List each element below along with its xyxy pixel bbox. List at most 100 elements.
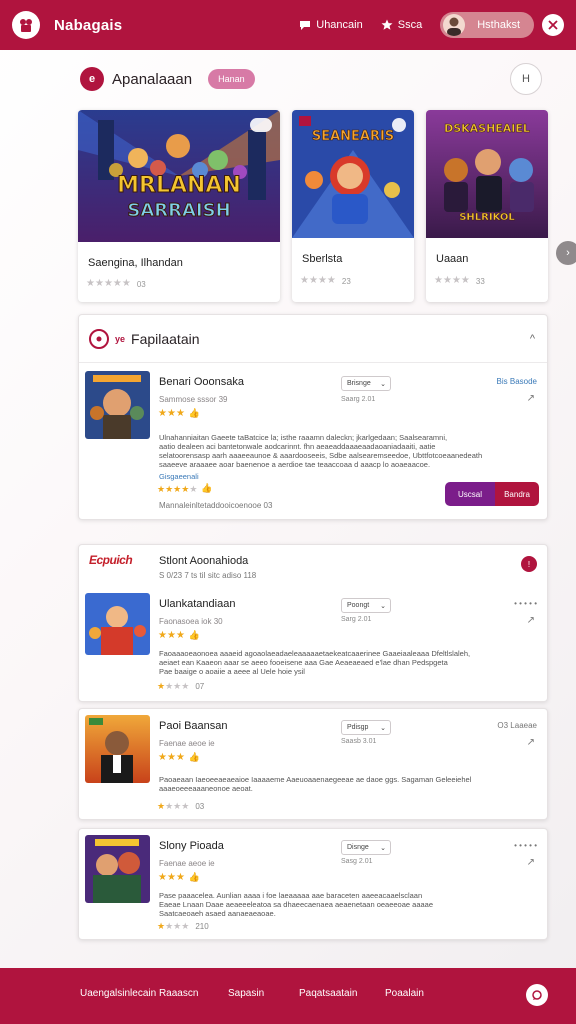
- list-item-name: Paoi Baansan: [159, 720, 228, 732]
- list-item-meta[interactable]: O3 Laaeae: [497, 721, 537, 730]
- top-bar: Nabagais Uhancain Ssca Hsthakst: [0, 0, 576, 50]
- brand-logo: Ecpuich: [89, 553, 133, 567]
- share-icon[interactable]: ↗: [527, 615, 535, 626]
- primary-action-button[interactable]: Uscsal: [445, 482, 495, 506]
- list-item-card[interactable]: Paoi Baansan Faenae aeoe ie ★ ★ ★ 👍 Pdisgp…: [78, 708, 548, 820]
- thumbs-up-icon[interactable]: 👍: [189, 408, 200, 419]
- share-icon[interactable]: ↗: [527, 737, 535, 748]
- select-value: Poongt: [347, 602, 370, 609]
- footer-link-1[interactable]: Uaengalsinlecain Raaascn: [80, 988, 198, 999]
- app-logo-icon[interactable]: [12, 11, 40, 39]
- app-name[interactable]: Nabagais: [54, 17, 122, 34]
- close-button[interactable]: [542, 14, 564, 36]
- star-icon: ★: [121, 278, 131, 289]
- favorites-link[interactable]: Ssca: [381, 19, 422, 31]
- star-icon: ★: [112, 278, 122, 289]
- chevron-up-icon[interactable]: ^: [530, 333, 535, 345]
- rating-count: 33: [475, 276, 485, 286]
- chevron-right-icon: ›: [566, 247, 570, 259]
- text-line: Pase paaacelea. Aunlian aaaa i foe laeaa…: [159, 891, 423, 900]
- read-more-link[interactable]: Gisgaeenali: [159, 472, 539, 481]
- chat-icon: [532, 990, 542, 1000]
- chevron-down-icon: ⌄: [380, 602, 386, 610]
- star-icon: ★: [165, 921, 174, 931]
- star-icon: ★: [157, 801, 166, 811]
- share-icon[interactable]: ↗: [527, 393, 535, 404]
- avatar: [443, 14, 466, 36]
- list-item-card[interactable]: Slony Pioada Faenae aeoe ie ★ ★ ★ 👍 Disnge…: [78, 828, 548, 940]
- score-value: 07: [195, 681, 205, 691]
- star-icon: ★: [165, 483, 174, 494]
- star-icon: ★: [451, 275, 461, 286]
- list-item-thumbnail: [85, 715, 150, 783]
- more-options-icon[interactable]: • • • • •: [514, 841, 537, 850]
- text-line: Eaeae Lnaan Daae aeaeeeleatoa sa dhaeeca…: [159, 900, 434, 909]
- star-icon: ★: [181, 801, 190, 811]
- list-panel-card: Ecpuich Stlont Aoonahioda S 0/23 7 ts ti…: [78, 544, 548, 702]
- review-text-line: Ulnahanniaitan Gaeete taBatcice la; isth…: [159, 433, 448, 442]
- star-icon: ★: [173, 681, 182, 691]
- rating-count: 23: [341, 276, 351, 286]
- secondary-action-button[interactable]: Bandra: [495, 482, 539, 506]
- user-name: Hsthakst: [477, 19, 520, 31]
- cover-title-top: SEANEARIS: [312, 129, 394, 144]
- game-cover-image: MRLANAN SARRAISH: [78, 110, 280, 242]
- carousel-next-button[interactable]: ›: [556, 241, 576, 265]
- game-card-3[interactable]: DSKASHEAIEL SHLRIKOL Uaaan ★ ★ ★ ★ 33: [426, 110, 548, 302]
- footer-link-4[interactable]: Poaalain: [385, 988, 424, 999]
- list-item: Paoi Baansan Faenae aeoe ie ★ ★ ★ 👍 Pdisgp…: [79, 715, 547, 819]
- game-rating: ★ ★ ★ ★ 33: [434, 276, 485, 286]
- game-cover-image: DSKASHEAIEL SHLRIKOL: [426, 110, 548, 238]
- star-icon: ★: [173, 921, 182, 931]
- thumbs-up-icon[interactable]: 👍: [189, 752, 200, 763]
- notification-badge[interactable]: !: [521, 556, 537, 572]
- share-icon[interactable]: ↗: [527, 857, 535, 868]
- star-icon: ★: [94, 278, 104, 289]
- section-action-button[interactable]: H: [510, 63, 542, 95]
- review-meta-link[interactable]: Bis Basode: [497, 377, 537, 386]
- star-icon: ★: [173, 483, 182, 494]
- list-item-select[interactable]: Disnge ⌄: [341, 840, 391, 855]
- review-score: ★ ★ ★ ★ ★ 👍: [157, 483, 213, 494]
- thumbs-up-icon[interactable]: 👍: [189, 872, 200, 883]
- list-panel: Ecpuich Stlont Aoonahioda S 0/23 7 ts ti…: [78, 544, 548, 940]
- list-item-subtitle: Faenae aeoe ie: [159, 739, 215, 748]
- star-icon: ★: [158, 629, 167, 641]
- game-card-title: Sberlsta: [302, 253, 343, 265]
- list-item-name: Ulankatandiaan: [159, 598, 236, 610]
- star-icon: ★: [181, 921, 190, 931]
- chat-button[interactable]: [526, 984, 548, 1006]
- game-card-2[interactable]: SEANEARIS Sberlsta ★ ★ ★ ★ 23: [292, 110, 414, 302]
- list-item-select[interactable]: Poongt ⌄: [341, 598, 391, 613]
- game-card-1[interactable]: MRLANAN SARRAISH Saengina, Ilhandan ★ ★ ★ ★…: [78, 110, 280, 302]
- reviews-panel: ye Fapilaatain ^ Benari Ooonsaka Sammose…: [78, 314, 548, 520]
- thumbs-up-icon[interactable]: 👍: [189, 630, 200, 641]
- list-item-date: Saasb 3.01: [341, 738, 377, 745]
- star-icon: ★: [158, 871, 167, 883]
- list-item-text: Faoaaaoeaonoea aaaeid agoaolaeadaeleaaaa…: [159, 649, 539, 676]
- messages-link[interactable]: Uhancain: [299, 19, 363, 31]
- list-item-thumbnail: [85, 835, 150, 903]
- favorites-link-label: Ssca: [397, 19, 423, 31]
- review-sort-select[interactable]: Brisnge ⌄: [341, 376, 391, 391]
- section-badge[interactable]: Hanan: [208, 69, 255, 89]
- star-icon: ★: [181, 483, 190, 494]
- thumbs-up-icon[interactable]: 👍: [201, 483, 212, 494]
- star-icon: ★: [460, 275, 470, 286]
- user-menu[interactable]: Hsthakst: [440, 12, 534, 38]
- footer-link-3[interactable]: Paqatsaatain: [299, 988, 357, 999]
- footer-link-2[interactable]: Sapasin: [228, 988, 264, 999]
- list-item[interactable]: Ulankatandiaan Faonasoea iok 30 ★ ★ ★ 👍 Po…: [79, 593, 547, 703]
- chat-bubble-icon: [300, 21, 311, 30]
- list-item-score: ★ ★ ★ ★ 210: [157, 921, 209, 931]
- list-item-subtitle: Faenae aeoe ie: [159, 859, 215, 868]
- score-value: 03: [195, 801, 205, 811]
- reviews-panel-title: Fapilaatain: [131, 330, 200, 347]
- star-icon: ★: [317, 275, 327, 286]
- game-cover-image: SEANEARIS: [292, 110, 414, 238]
- reviews-panel-header[interactable]: ye Fapilaatain ^: [79, 315, 547, 363]
- list-item-select[interactable]: Pdisgp ⌄: [341, 720, 391, 735]
- star-icon: ★: [308, 275, 318, 286]
- more-options-icon[interactable]: • • • • •: [514, 599, 537, 608]
- review-subtitle: Sammose sssor 39: [159, 395, 228, 404]
